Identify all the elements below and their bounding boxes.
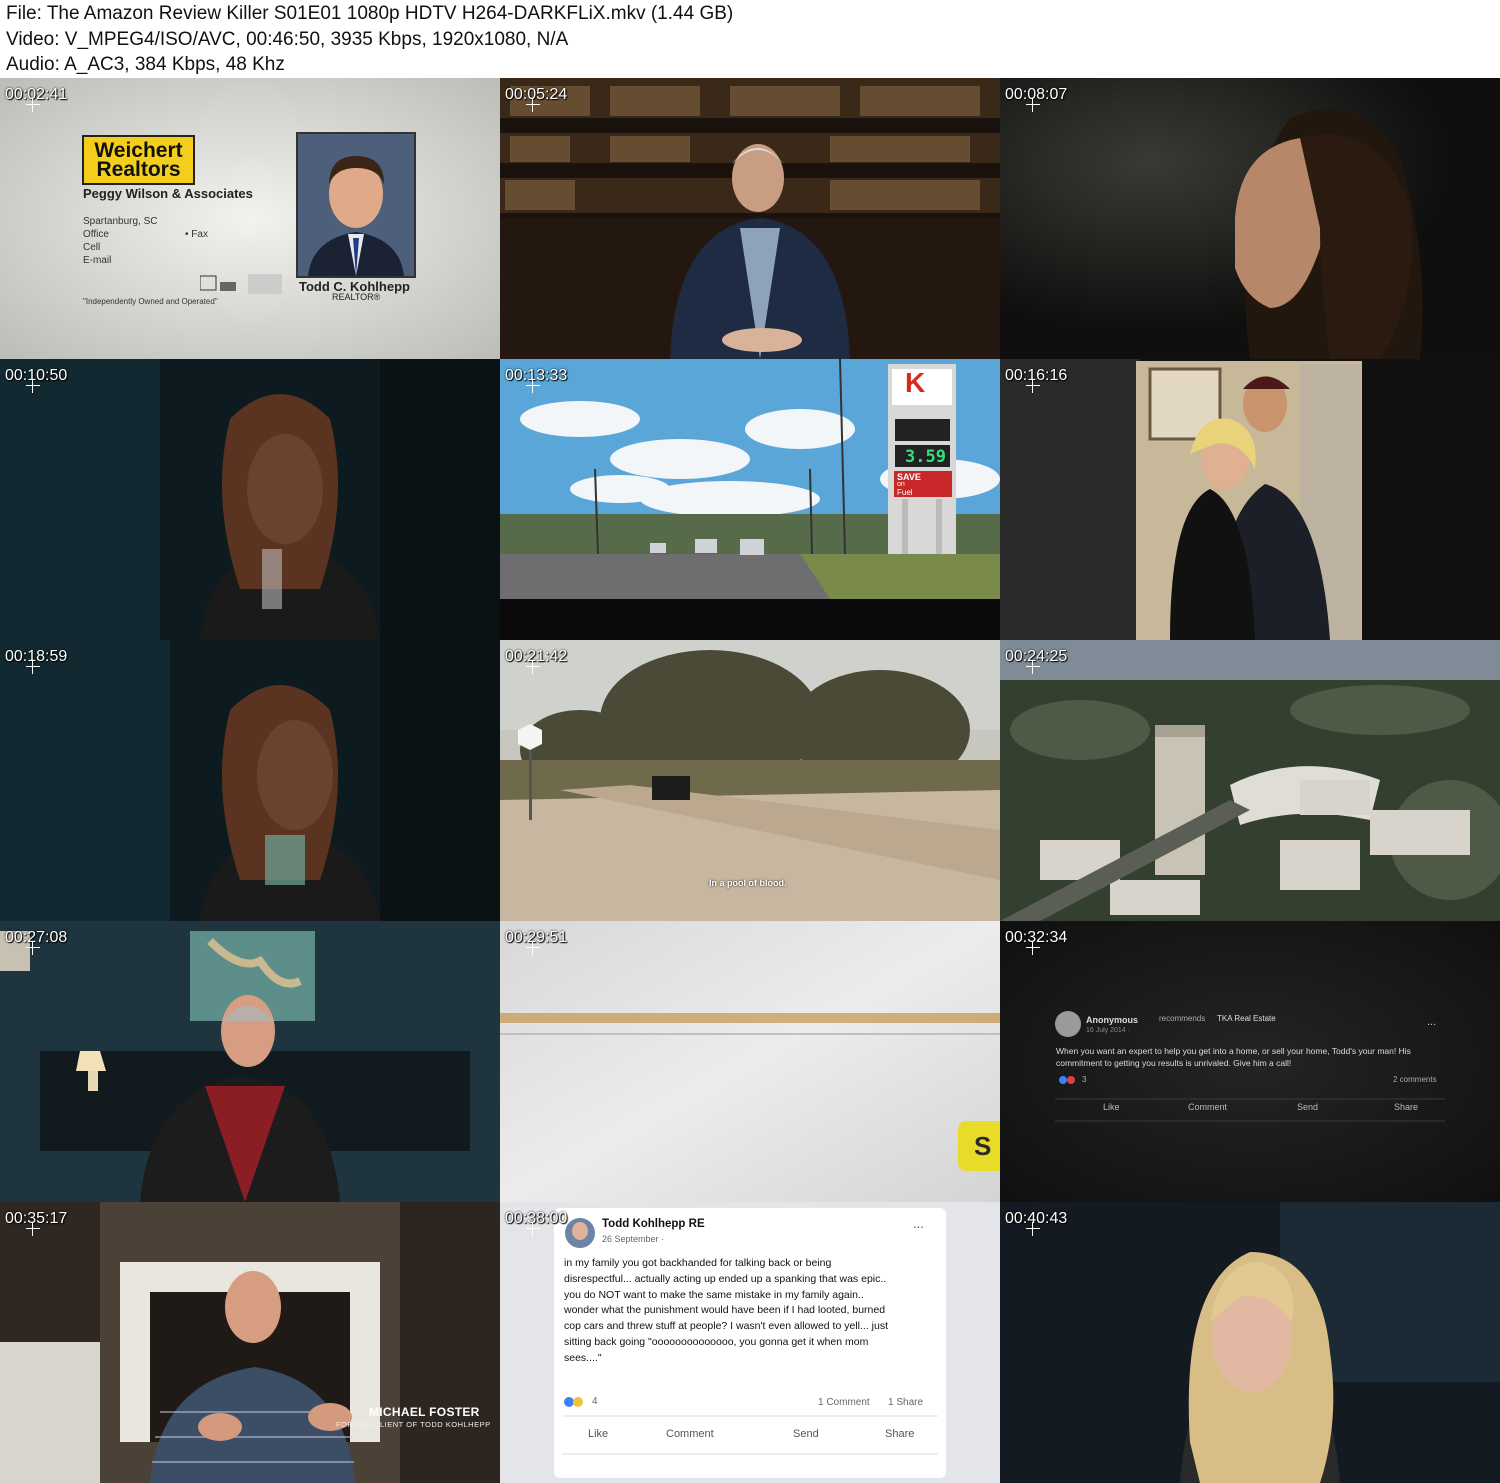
promo-on: on (897, 481, 905, 488)
thumbnail-couple-photo[interactable]: 00:16:16 (1000, 359, 1500, 640)
crosshair-icon (26, 98, 40, 112)
thumbnail-grid: 00:02:41 Weichert Realtors Peggy Wilson &… (0, 78, 1500, 1483)
crosshair-icon (1026, 1222, 1040, 1236)
thumbnail-road-gas-station[interactable]: K 3.59 SAVE on Fuel 00:13:33 (500, 359, 1000, 640)
realtor-mls-logos (200, 274, 282, 294)
reaction-count: 4 (592, 1396, 598, 1407)
crosshair-icon (1026, 379, 1040, 393)
send-button[interactable]: Send (1297, 1102, 1318, 1112)
crosshair-icon (1026, 941, 1040, 955)
file-info-header: File: The Amazon Review Killer S01E01 10… (0, 0, 1500, 78)
thumbnail-man-map-interview[interactable]: 00:27:08 (0, 921, 500, 1202)
crosshair-icon (526, 98, 540, 112)
thumbnail-screen-closeup[interactable]: S 00:29:51 (500, 921, 1000, 1202)
share-button[interactable]: Share (1394, 1102, 1418, 1112)
subtitle: In a pool of blood. (709, 878, 787, 888)
like-button[interactable]: Like (1103, 1102, 1120, 1112)
office-label: Office (83, 229, 109, 240)
partial-button-label: S (974, 1131, 992, 1161)
crosshair-icon (1026, 98, 1040, 112)
promo-fuel: Fuel (897, 488, 913, 497)
post-page[interactable]: TKA Real Estate (1217, 1014, 1276, 1023)
city: Spartanburg, SC (83, 216, 158, 227)
share-count[interactable]: 1 Share (888, 1397, 923, 1408)
circle-k-logo: K (905, 367, 926, 398)
lower-third-role: FORMER CLIENT OF TODD KOHLHEPP (336, 1420, 491, 1429)
comment-count[interactable]: 2 comments (1393, 1075, 1437, 1084)
crosshair-icon (1026, 660, 1040, 674)
card-footer: "Independently Owned and Operated" (83, 297, 218, 306)
company-name: Peggy Wilson & Associates (83, 186, 253, 201)
post-author[interactable]: Anonymous (1086, 1015, 1138, 1025)
post-menu-icon[interactable]: ... (1427, 1016, 1436, 1028)
gas-price: 3.59 (905, 447, 946, 467)
crosshair-icon (26, 1222, 40, 1236)
agent-photo (296, 132, 416, 278)
crosshair-icon (26, 379, 40, 393)
crosshair-icon (526, 660, 540, 674)
cell-label: Cell (83, 242, 101, 253)
thumbnail-aerial-city[interactable]: 00:24:25 (1000, 640, 1500, 921)
thumbnail-library-interview[interactable]: 00:05:24 (500, 78, 1000, 359)
post-date: 26 September · (602, 1234, 665, 1244)
video-line: Video: V_MPEG4/ISO/AVC, 00:46:50, 3935 K… (6, 29, 569, 50)
thumbnail-woman-interview-2[interactable]: 00:18:59 (0, 640, 500, 921)
comment-button[interactable]: Comment (666, 1428, 714, 1440)
post-author[interactable]: Todd Kohlhepp RE (602, 1218, 705, 1230)
reaction-count: 3 (1082, 1075, 1087, 1084)
thumbnail-light-facebook-post[interactable]: Todd Kohlhepp RE 26 September · ... in m… (500, 1202, 1000, 1483)
email-label: E-mail (83, 255, 112, 266)
post-date: 16 July 2014 · (1086, 1027, 1130, 1034)
comment-count[interactable]: 1 Comment (818, 1397, 870, 1408)
crosshair-icon (26, 660, 40, 674)
thumbnail-business-card[interactable]: 00:02:41 Weichert Realtors Peggy Wilson &… (0, 78, 500, 359)
file-line: File: The Amazon Review Killer S01E01 10… (6, 3, 734, 24)
fax-label: • Fax (185, 229, 208, 240)
crosshair-icon (526, 1222, 540, 1236)
comment-button[interactable]: Comment (1188, 1102, 1227, 1112)
thumbnail-blonde-woman-interview[interactable]: 00:40:43 (1000, 1202, 1500, 1483)
post-body: in my family you got backhanded for talk… (564, 1257, 888, 1364)
thumbnail-michael-foster[interactable]: MICHAEL FOSTER FORMER CLIENT OF TODD KOH… (0, 1202, 500, 1483)
weichert-logo: Weichert Realtors (82, 135, 195, 185)
like-button[interactable]: Like (588, 1428, 608, 1440)
thumbnail-woman-profile[interactable]: 00:08:07 (1000, 78, 1500, 359)
crosshair-icon (526, 379, 540, 393)
thumbnail-rural-road[interactable]: In a pool of blood. 00:21:42 (500, 640, 1000, 921)
post-menu-icon[interactable]: ... (913, 1216, 924, 1231)
crosshair-icon (26, 941, 40, 955)
post-recommends: recommends (1159, 1014, 1206, 1023)
post-body: When you want an expert to help you get … (1056, 1046, 1411, 1068)
lower-third-name: MICHAEL FOSTER (369, 1405, 480, 1419)
share-button[interactable]: Share (885, 1428, 914, 1440)
audio-line: Audio: A_AC3, 384 Kbps, 48 Khz (6, 54, 285, 75)
thumbnail-dark-facebook-post[interactable]: Anonymous recommends TKA Real Estate 16 … (1000, 921, 1500, 1202)
crosshair-icon (526, 941, 540, 955)
agent-title: REALTOR® (332, 292, 381, 302)
send-button[interactable]: Send (793, 1428, 819, 1440)
thumbnail-woman-interview[interactable]: 00:10:50 (0, 359, 500, 640)
